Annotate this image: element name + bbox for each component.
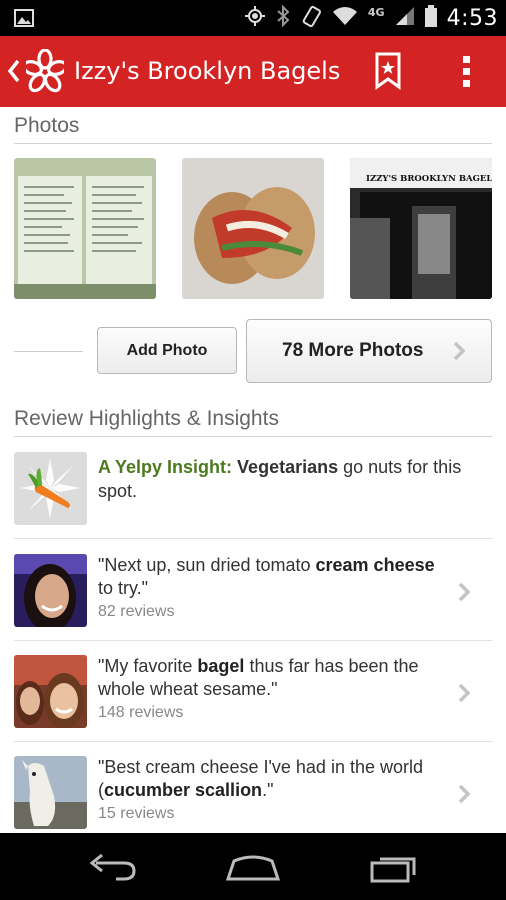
gallery-notification-icon xyxy=(14,9,34,31)
review-highlight-row[interactable]: "Next up, sun dried tomato cream cheese … xyxy=(14,554,492,628)
photo-thumbnail-storefront[interactable]: IZZY'S BROOKLYN BAGELS xyxy=(350,158,492,299)
back-icon[interactable] xyxy=(7,58,21,88)
system-nav-bar xyxy=(0,833,506,900)
insight-text: A Yelpy Insight: Vegetarians go nuts for… xyxy=(98,455,492,503)
chevron-right-icon xyxy=(458,683,471,707)
chevron-right-icon xyxy=(458,784,471,808)
insight-keyword: Vegetarians xyxy=(237,457,339,477)
insight-row[interactable]: A Yelpy Insight: Vegetarians go nuts for… xyxy=(14,452,492,526)
review-quote: "Next up, sun dried tomato cream cheese … xyxy=(98,554,448,624)
row-divider xyxy=(14,640,492,641)
chevron-right-icon xyxy=(458,582,471,606)
review-highlight-row[interactable]: "My favorite bagel thus far has been the… xyxy=(14,655,492,729)
add-photo-button[interactable]: Add Photo xyxy=(97,327,237,374)
section-divider xyxy=(14,436,492,437)
storefront-sign-text: IZZY'S BROOKLYN BAGELS xyxy=(366,174,492,184)
review-count: 82 reviews xyxy=(98,603,175,620)
overflow-menu-icon[interactable] xyxy=(452,52,480,92)
battery-icon xyxy=(424,5,437,31)
row-divider xyxy=(14,741,492,742)
photo-thumbnail-menu[interactable] xyxy=(14,158,156,299)
row-divider xyxy=(14,538,492,539)
photo-thumbnail-bagel[interactable] xyxy=(182,158,324,299)
vibrate-icon xyxy=(300,5,322,31)
network-type: 4G xyxy=(367,5,385,19)
more-photos-button[interactable]: 78 More Photos xyxy=(246,319,492,383)
review-highlight-row[interactable]: "Best cream cheese I've had in the world… xyxy=(14,756,492,830)
section-divider xyxy=(14,143,492,144)
chevron-right-icon xyxy=(453,341,466,367)
gps-icon xyxy=(244,5,266,31)
review-count: 15 reviews xyxy=(98,805,175,822)
signal-icon xyxy=(395,6,415,30)
bookmark-icon[interactable] xyxy=(374,52,404,92)
more-photos-label: 78 More Photos xyxy=(282,340,424,361)
home-nav-icon[interactable] xyxy=(224,851,282,887)
avatar xyxy=(14,554,87,627)
yelp-logo-icon[interactable] xyxy=(22,48,68,97)
photos-section-title: Photos xyxy=(14,114,80,137)
app-header: Izzy's Brooklyn Bagels xyxy=(0,36,506,107)
back-nav-icon[interactable] xyxy=(86,851,138,887)
review-quote: "Best cream cheese I've had in the world… xyxy=(98,756,448,826)
photo-actions-divider xyxy=(14,351,83,352)
business-title: Izzy's Brooklyn Bagels xyxy=(74,57,341,85)
carrot-icon xyxy=(14,452,87,525)
recent-apps-icon[interactable] xyxy=(368,851,420,887)
review-count: 148 reviews xyxy=(98,704,184,721)
insight-label: A Yelpy Insight: xyxy=(98,457,233,477)
status-bar: 4G 4:53 xyxy=(0,0,506,36)
clock: 4:53 xyxy=(446,5,498,31)
bluetooth-icon xyxy=(276,4,290,31)
avatar xyxy=(14,756,87,829)
wifi-icon xyxy=(332,6,358,30)
highlights-section-title: Review Highlights & Insights xyxy=(14,407,279,430)
review-quote: "My favorite bagel thus far has been the… xyxy=(98,655,448,725)
avatar xyxy=(14,655,87,728)
